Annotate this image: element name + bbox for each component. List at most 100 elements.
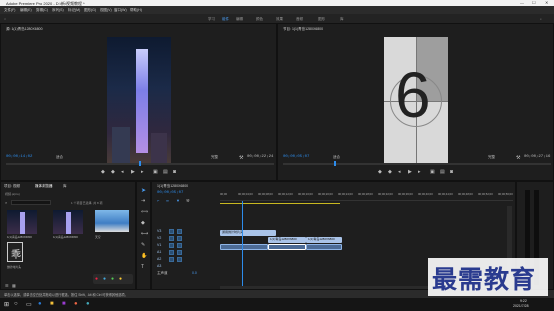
clip-countdown[interactable]: 通用倒计时片头 (220, 230, 276, 236)
explorer-icon[interactable]: ■ (50, 301, 54, 307)
razor-icon[interactable]: ◆ (141, 220, 145, 226)
toggle-sync-lock[interactable] (169, 243, 174, 248)
export-frame-button[interactable]: ◙ (173, 169, 176, 175)
tab-media-browser[interactable]: 媒体浏览器 (35, 184, 53, 189)
toggle-sync-lock[interactable] (169, 229, 174, 234)
maximize-button[interactable]: ☐ (532, 0, 536, 5)
toggle-sync-lock[interactable] (169, 236, 174, 241)
add-marker-icon[interactable]: ▼ (176, 198, 180, 203)
track-select-icon[interactable]: ⇥ (141, 198, 145, 204)
toggle-mute[interactable] (169, 257, 174, 262)
menu-graphics[interactable]: 图形(G) (84, 8, 96, 13)
selection-tool-icon[interactable]: ➤ (141, 187, 146, 194)
icon-view-icon[interactable]: ▦ (12, 283, 16, 288)
program-scrubber[interactable] (283, 163, 551, 165)
source-timecode-in[interactable]: 00;00;14;02 (6, 155, 32, 159)
premiere-icon[interactable]: ■ (62, 301, 66, 307)
type-tool-icon[interactable]: T (141, 264, 144, 270)
track-a2[interactable]: A2 (157, 257, 161, 261)
clip-video-2[interactable]: 1(1)青岛1280X6800 (306, 237, 342, 243)
work-area-bar[interactable] (220, 203, 340, 204)
hand-tool-icon[interactable]: ✋ (141, 253, 147, 259)
source-full-select[interactable]: 完整 (211, 155, 218, 160)
track-a1[interactable]: A1 (157, 250, 161, 254)
mark-in-button[interactable]: ◆ (378, 169, 382, 175)
insert-button[interactable]: ▣ (153, 169, 158, 175)
timeline-tab[interactable]: 1(1)青岛1280X6800 (157, 184, 188, 189)
search-input[interactable] (11, 200, 51, 205)
clip-audio-2[interactable] (268, 244, 306, 250)
app-icon[interactable]: ● (86, 301, 90, 307)
toggle-output[interactable] (177, 243, 182, 248)
toggle-output[interactable] (177, 229, 182, 234)
thumb-2[interactable] (53, 210, 83, 234)
clip-audio-1[interactable] (220, 244, 268, 250)
toggle-solo[interactable] (177, 257, 182, 262)
app-icon-3[interactable]: ● (111, 276, 114, 282)
workspace-color[interactable]: 颜色 (256, 17, 263, 22)
clip-video-1[interactable]: 1(1)青岛1280X6800 (268, 237, 306, 243)
toggle-solo[interactable] (177, 250, 182, 255)
source-playhead[interactable] (139, 161, 141, 166)
master-volume[interactable]: 0.0 (192, 271, 197, 275)
tab-libraries[interactable]: 库 (63, 184, 67, 189)
workspace-assembly[interactable]: 组件 (222, 17, 229, 22)
mark-out-button[interactable]: ◆ (388, 169, 392, 175)
snap-icon[interactable]: ⌐ (157, 198, 159, 203)
step-back-button[interactable]: ◂ (398, 169, 401, 175)
thumb-1[interactable] (7, 210, 37, 234)
extract-button[interactable]: ▤ (440, 169, 445, 175)
workspace-audio[interactable]: 音频 (296, 17, 303, 22)
wrench-icon[interactable]: ⚒ (239, 155, 243, 161)
menu-view[interactable]: 视图(V) (100, 8, 112, 13)
list-view-icon[interactable]: ☰ (5, 283, 9, 288)
search-icon[interactable]: ⌕ (540, 17, 542, 21)
track-a3[interactable]: A3 (157, 264, 161, 268)
workspace-learn[interactable]: 学习 (208, 17, 215, 22)
step-forward-button[interactable]: ▸ (418, 169, 421, 175)
app-icon-4[interactable]: ● (119, 276, 122, 282)
clip-audio-3[interactable] (306, 244, 342, 250)
wrench-icon[interactable]: ⚒ (516, 155, 520, 161)
search-icon[interactable]: ⌕ (5, 200, 7, 205)
lift-button[interactable]: ▣ (430, 169, 435, 175)
export-frame-button[interactable]: ◙ (450, 169, 453, 175)
track-v2[interactable]: V2 (157, 236, 161, 240)
time-ruler[interactable]: 00;00 00;00;04;00 00;00;08;00 00;00;12;0… (220, 192, 513, 201)
step-forward-button[interactable]: ▸ (141, 169, 144, 175)
app-icon-2[interactable]: ● (103, 276, 106, 282)
program-tab[interactable]: 节目: 1(1)青岛1280X6800 (283, 27, 323, 32)
program-full-select[interactable]: 完整 (488, 155, 495, 160)
timeline-playhead[interactable] (242, 201, 243, 289)
app-icon[interactable]: ● (74, 301, 78, 307)
workspace-graphics[interactable]: 图形 (318, 17, 325, 22)
menu-edit[interactable]: 编辑(E) (20, 8, 32, 13)
close-button[interactable]: ✕ (545, 0, 548, 5)
start-icon[interactable]: ⊞ (4, 301, 9, 308)
mark-in-button[interactable]: ◆ (101, 169, 105, 175)
menu-sequence[interactable]: 序列(S) (52, 8, 64, 13)
source-tab[interactable]: 源: 1(1)青岛1280X6800 (6, 27, 43, 32)
step-back-button[interactable]: ◂ (121, 169, 124, 175)
menu-marker[interactable]: 标记(M) (68, 8, 80, 13)
timeline-settings-icon[interactable]: ⚒ (186, 198, 190, 203)
program-playhead[interactable] (334, 161, 336, 166)
workspace-editing[interactable]: 编辑 (236, 17, 243, 22)
ripple-edit-icon[interactable]: ⟺ (141, 209, 148, 215)
linked-selection-icon[interactable]: ∞ (166, 198, 169, 203)
play-button[interactable]: ▶ (131, 169, 135, 175)
menu-file[interactable]: 文件(F) (4, 8, 15, 13)
task-view-icon[interactable]: ▭ (26, 301, 32, 308)
toggle-output[interactable] (177, 236, 182, 241)
edge-icon[interactable]: ● (38, 301, 42, 307)
toggle-mute[interactable] (169, 250, 174, 255)
minimize-button[interactable]: — (520, 0, 524, 5)
timeline-timecode[interactable]: 00;00;05;07 (157, 191, 183, 195)
track-v1[interactable]: V1 (157, 243, 161, 247)
thumb-3[interactable] (95, 210, 129, 232)
app-icon-1[interactable]: ● (95, 276, 98, 282)
workspace-effects[interactable]: 效果 (276, 17, 283, 22)
mark-out-button[interactable]: ◆ (111, 169, 115, 175)
search-icon[interactable]: ○ (14, 301, 18, 307)
tab-project[interactable]: 项目: 视频 (4, 184, 20, 189)
